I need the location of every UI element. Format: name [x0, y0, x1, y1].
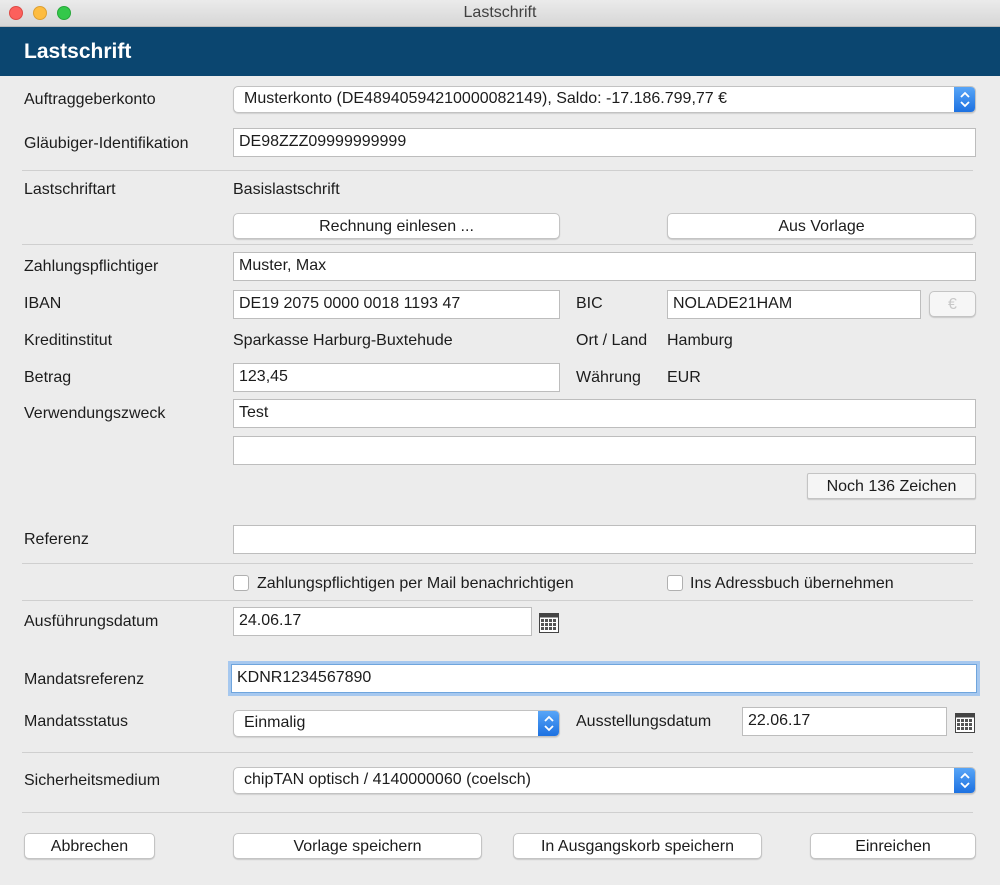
betrag-label: Betrag: [24, 369, 72, 386]
mandatsstatus-label: Mandatsstatus: [24, 713, 129, 730]
mandatsreferenz-input[interactable]: KDNR1234567890: [231, 664, 977, 693]
mandatsreferenz-label: Mandatsreferenz: [24, 671, 145, 688]
waehrung-value: EUR: [667, 369, 701, 386]
ausstellungsdatum-input[interactable]: 22.06.17: [742, 707, 947, 736]
bic-input[interactable]: NOLADE21HAM: [667, 290, 921, 319]
verwendungszweck-input-1[interactable]: Test: [233, 399, 976, 428]
referenz-label: Referenz: [24, 531, 89, 548]
page-title: Lastschrift: [24, 40, 132, 63]
abbrechen-button[interactable]: Abbrechen: [24, 833, 155, 859]
ausstellungsdatum-label: Ausstellungsdatum: [576, 713, 712, 730]
ausgangskorb-speichern-button[interactable]: In Ausgangskorb speichern: [513, 833, 762, 859]
glaeubiger-label: Gläubiger-Identifikation: [24, 135, 189, 152]
title-bar: Lastschrift: [0, 0, 1000, 27]
bic-label: BIC: [576, 295, 603, 312]
betrag-input[interactable]: 123,45: [233, 363, 560, 392]
verwendungszweck-label: Verwendungszweck: [24, 405, 166, 422]
ort-land-value: Hamburg: [667, 332, 733, 349]
sicherheitsmedium-label: Sicherheitsmedium: [24, 772, 161, 789]
mandatsstatus-value: Einmalig: [244, 714, 306, 731]
mandatsstatus-select[interactable]: Einmalig: [233, 710, 560, 737]
sicherheitsmedium-select[interactable]: chipTAN optisch / 4140000060 (coelsch): [233, 767, 976, 794]
kreditinstitut-value: Sparkasse Harburg-Buxtehude: [233, 332, 453, 349]
adressbuch-checkbox[interactable]: [667, 575, 683, 591]
iban-label: IBAN: [24, 295, 62, 312]
chevron-updown-icon: [954, 768, 975, 793]
kreditinstitut-label: Kreditinstitut: [24, 332, 113, 349]
divider: [22, 600, 973, 601]
header-banner: Lastschrift: [0, 27, 1000, 76]
iban-input[interactable]: DE19 2075 0000 0018 1193 47: [233, 290, 560, 319]
referenz-input[interactable]: [233, 525, 976, 554]
lastschriftart-value: Basislastschrift: [233, 181, 340, 198]
zahlungspflichtiger-input[interactable]: Muster, Max: [233, 252, 976, 281]
calendar-icon[interactable]: [539, 613, 559, 633]
sicherheitsmedium-value: chipTAN optisch / 4140000060 (coelsch): [244, 771, 531, 788]
divider: [22, 563, 973, 564]
glaeubiger-input[interactable]: DE98ZZZ09999999999: [233, 128, 976, 157]
calendar-icon[interactable]: [955, 713, 975, 733]
auftraggeberkonto-select[interactable]: Musterkonto (DE48940594210000082149), Sa…: [233, 86, 976, 113]
divider: [22, 170, 973, 171]
chevron-updown-icon: [538, 711, 559, 736]
ort-land-label: Ort / Land: [576, 332, 648, 349]
lastschriftart-label: Lastschriftart: [24, 181, 116, 198]
divider: [22, 812, 973, 813]
window-title: Lastschrift: [463, 4, 537, 21]
waehrung-label: Währung: [576, 369, 641, 386]
zeichen-counter-button[interactable]: Noch 136 Zeichen: [807, 473, 976, 499]
vorlage-speichern-button[interactable]: Vorlage speichern: [233, 833, 482, 859]
ausfuehrungsdatum-input[interactable]: 24.06.17: [233, 607, 532, 636]
auftraggeberkonto-value: Musterkonto (DE48940594210000082149), Sa…: [244, 90, 728, 107]
ausfuehrungsdatum-label: Ausführungsdatum: [24, 613, 159, 630]
zahlungspflichtiger-label: Zahlungspflichtiger: [24, 258, 159, 275]
divider: [22, 244, 973, 245]
chevron-updown-icon: [954, 87, 975, 112]
verwendungszweck-input-2[interactable]: [233, 436, 976, 465]
aus-vorlage-button[interactable]: Aus Vorlage: [667, 213, 976, 239]
divider: [22, 752, 973, 753]
mail-checkbox-label[interactable]: Zahlungspflichtigen per Mail benachricht…: [257, 575, 574, 593]
einreichen-button[interactable]: Einreichen: [810, 833, 976, 859]
adressbuch-checkbox-label[interactable]: Ins Adressbuch übernehmen: [690, 575, 894, 593]
euro-button[interactable]: €: [929, 291, 976, 317]
mail-checkbox[interactable]: [233, 575, 249, 591]
rechnung-einlesen-button[interactable]: Rechnung einlesen ...: [233, 213, 560, 239]
auftraggeberkonto-label: Auftraggeberkonto: [24, 91, 156, 108]
